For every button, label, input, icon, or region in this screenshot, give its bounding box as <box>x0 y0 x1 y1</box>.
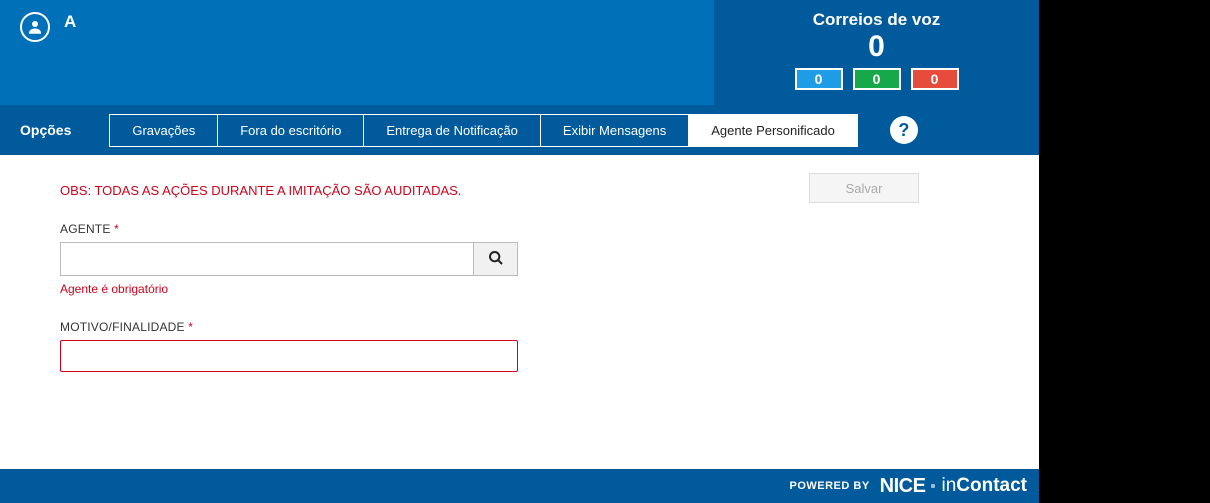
powered-by-label: POWERED BY <box>789 480 869 492</box>
search-icon <box>488 250 504 269</box>
agent-error: Agente é obrigatório <box>60 282 979 296</box>
voicemail-count-blue[interactable]: 0 <box>795 68 843 90</box>
voicemail-counts: 0 0 0 <box>795 68 959 90</box>
tab-exibir-mensagens[interactable]: Exibir Mensagens <box>541 114 689 147</box>
content-area: Salvar OBS: TODAS AS AÇÕES DURANTE A IMI… <box>0 155 1039 469</box>
agent-field: AGENTE * Agente é obrigatório <box>60 222 979 296</box>
agent-input[interactable] <box>60 242 474 276</box>
voicemail-panel: Correios de voz 0 0 0 0 <box>714 0 1039 105</box>
brand-nice: NICE <box>880 475 926 498</box>
tab-agente-personificado[interactable]: Agente Personificado <box>689 114 858 147</box>
voicemail-count-green[interactable]: 0 <box>853 68 901 90</box>
voicemail-total: 0 <box>868 32 885 62</box>
agent-label-text: AGENTE <box>60 222 111 236</box>
tab-gravacoes[interactable]: Gravações <box>109 114 218 147</box>
tab-fora-do-escritorio[interactable]: Fora do escritório <box>218 114 364 147</box>
agent-required-marker: * <box>114 222 119 236</box>
brand-dot-icon <box>931 484 935 488</box>
motivo-label-text: MOTIVO/FINALIDADE <box>60 320 185 334</box>
brand-in: in <box>941 475 956 496</box>
save-button[interactable]: Salvar <box>809 173 919 203</box>
help-icon[interactable]: ? <box>890 116 918 144</box>
brand-contact: Contact <box>956 475 1027 496</box>
tabbar: Opções Gravações Fora do escritório Entr… <box>0 105 1039 155</box>
footer: POWERED BY NICE inContact <box>0 469 1039 503</box>
motivo-input[interactable] <box>60 340 518 372</box>
tab-entrega-notificacao[interactable]: Entrega de Notificação <box>364 114 541 147</box>
voicemail-count-red[interactable]: 0 <box>911 68 959 90</box>
motivo-required-marker: * <box>188 320 193 334</box>
topbar: A Correios de voz 0 0 0 0 <box>0 0 1039 105</box>
tabs: Gravações Fora do escritório Entrega de … <box>109 114 857 147</box>
user-initial: A <box>64 12 76 32</box>
avatar-icon <box>20 12 50 42</box>
topbar-user-area: A <box>0 0 714 105</box>
brand-incontact: inContact <box>941 475 1027 497</box>
agent-label: AGENTE * <box>60 222 979 236</box>
voicemail-title: Correios de voz <box>813 10 941 30</box>
motivo-field: MOTIVO/FINALIDADE * <box>60 320 979 372</box>
motivo-label: MOTIVO/FINALIDADE * <box>60 320 979 334</box>
agent-search-button[interactable] <box>474 242 518 276</box>
options-label: Opções <box>20 122 71 138</box>
